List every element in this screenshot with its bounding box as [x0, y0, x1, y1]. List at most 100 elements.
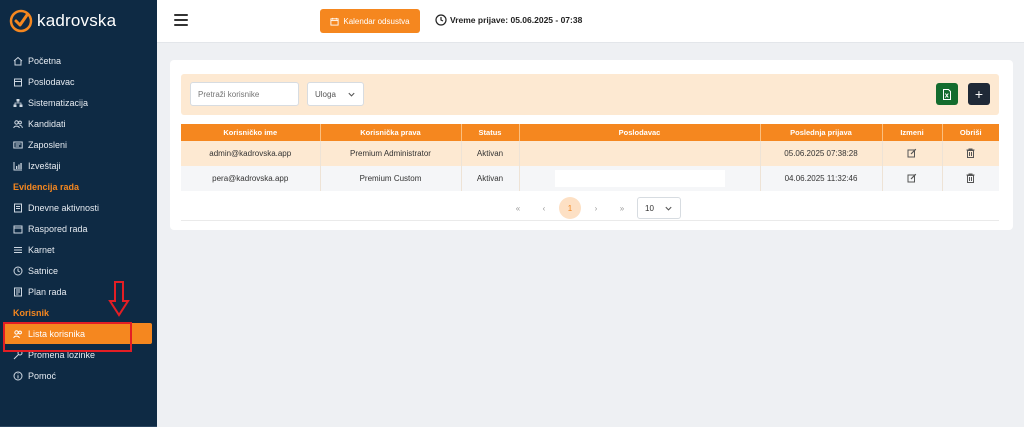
first-page-button[interactable]: «	[505, 197, 531, 219]
home-icon	[13, 56, 23, 66]
sidebar-item-label: Satnice	[28, 265, 59, 276]
table-row[interactable]: pera@kadrovska.app Premium Custom Aktiva…	[181, 166, 999, 191]
cell-edit	[882, 166, 943, 191]
calendar-icon	[330, 17, 339, 26]
topbar: Kalendar odsustva Vreme prijave: 05.06.2…	[157, 0, 1024, 43]
sidebar-item-label: Izveštaji	[28, 160, 61, 171]
sidebar-item-label: Pomoć	[28, 370, 57, 381]
sidebar-item-satnice[interactable]: Satnice	[0, 260, 157, 281]
sidebar-item-label: Kandidati	[28, 118, 66, 129]
cell-status: Aktivan	[461, 141, 520, 166]
last-page-button[interactable]: »	[609, 197, 635, 219]
sidebar-item-label: Plan rada	[28, 286, 67, 297]
app-logo[interactable]: kadrovska	[0, 0, 157, 42]
sidebar-item-zaposleni[interactable]: Zaposleni	[0, 134, 157, 155]
col-header-username[interactable]: Korisničko ime	[181, 124, 321, 141]
building-icon	[13, 77, 23, 87]
login-time-text: Vreme prijave: 05.06.2025 - 07:38	[450, 15, 583, 25]
sidebar-item-label: Dnevne aktivnosti	[28, 202, 100, 213]
section-evidencija-rada: Evidencija rada	[13, 181, 80, 192]
chevron-down-icon	[665, 206, 672, 211]
id-card-icon	[13, 140, 23, 150]
clock-icon	[13, 266, 23, 276]
clock-icon	[435, 14, 447, 26]
sidebar-item-plan-rada[interactable]: Plan rada	[0, 281, 157, 302]
edit-icon[interactable]	[907, 173, 917, 183]
col-header-last-login[interactable]: Poslednja prijava	[760, 124, 883, 141]
cell-last-login: 04.06.2025 11:32:46	[760, 166, 883, 191]
calendar-absence-button[interactable]: Kalendar odsustva	[320, 9, 420, 33]
chevron-down-icon	[348, 92, 355, 97]
login-time: Vreme prijave: 05.06.2025 - 07:38	[435, 14, 582, 26]
col-header-edit: Izmeni	[882, 124, 943, 141]
users-icon	[13, 119, 23, 129]
role-select[interactable]: Uloga	[307, 82, 364, 106]
cell-rights: Premium Custom	[320, 166, 462, 191]
prev-page-button[interactable]: ‹	[531, 197, 557, 219]
sidebar-item-dnevne-aktivnosti[interactable]: Dnevne aktivnosti	[0, 197, 157, 218]
excel-file-icon	[943, 88, 951, 100]
chart-icon	[13, 161, 23, 171]
search-input[interactable]	[190, 82, 299, 106]
cell-employer	[519, 141, 761, 166]
cell-rights: Premium Administrator	[320, 141, 462, 166]
employer-value	[554, 170, 725, 187]
info-icon	[13, 371, 23, 381]
annotation-arrow-icon	[108, 281, 130, 317]
cell-last-login: 05.06.2025 07:38:28	[760, 141, 883, 166]
next-page-button[interactable]: ›	[583, 197, 609, 219]
app-name: kadrovska	[37, 11, 117, 30]
page-size-select[interactable]: 10	[637, 197, 681, 219]
cell-delete	[942, 166, 999, 191]
calendar-absence-label: Kalendar odsustva	[343, 16, 410, 26]
sidebar-item-raspored-rada[interactable]: Raspored rada	[0, 218, 157, 239]
sidebar-item-pomoc[interactable]: Pomoć	[0, 365, 157, 386]
table-row[interactable]: admin@kadrovska.app Premium Administrato…	[181, 141, 999, 166]
col-header-employer[interactable]: Poslodavac	[519, 124, 761, 141]
cell-delete	[942, 141, 999, 166]
list-icon	[13, 245, 23, 255]
users-table: Korisničko ime Korisnička prava Status P…	[181, 124, 999, 191]
cell-status: Aktivan	[461, 166, 520, 191]
sidebar-item-label: Sistematizacija	[28, 97, 89, 108]
col-header-status[interactable]: Status	[461, 124, 520, 141]
cell-username: pera@kadrovska.app	[181, 166, 321, 191]
sidebar-item-karnet[interactable]: Karnet	[0, 239, 157, 260]
edit-icon[interactable]	[907, 148, 917, 158]
sidebar-item-pocetna[interactable]: Početna	[0, 50, 157, 71]
col-header-rights[interactable]: Korisnička prava	[320, 124, 462, 141]
trash-icon[interactable]	[966, 148, 975, 158]
sidebar-item-poslodavac[interactable]: Poslodavac	[0, 71, 157, 92]
section-korisnik: Korisnik	[13, 307, 50, 318]
hamburger-menu-icon[interactable]	[174, 14, 188, 26]
sidebar-item-label: Karnet	[28, 244, 55, 255]
add-user-button[interactable]: +	[968, 83, 990, 105]
col-header-delete: Obriši	[942, 124, 999, 141]
page-button-current[interactable]: 1	[559, 197, 581, 219]
users-card: Uloga + Korisničko ime Korisnička prava …	[170, 60, 1013, 230]
export-excel-button[interactable]	[936, 83, 958, 105]
role-select-value: Uloga	[315, 89, 336, 99]
annotation-highlight-box	[3, 322, 132, 352]
trash-icon[interactable]	[966, 173, 975, 183]
logo-check-icon	[9, 9, 33, 33]
sidebar-item-label: Poslodavac	[28, 76, 75, 87]
cell-username: admin@kadrovska.app	[181, 141, 321, 166]
calendar-icon	[13, 224, 23, 234]
card-divider	[181, 220, 999, 221]
plan-icon	[13, 287, 23, 297]
sidebar-item-label: Početna	[28, 55, 62, 66]
document-icon	[13, 203, 23, 213]
cell-employer	[519, 166, 761, 191]
sidebar: kadrovska Početna Poslodavac Sistematiza…	[0, 0, 157, 427]
cell-edit	[882, 141, 943, 166]
sidebar-item-sistematizacija[interactable]: Sistematizacija	[0, 92, 157, 113]
sidebar-item-izvestaji[interactable]: Izveštaji	[0, 155, 157, 176]
sidebar-item-label: Zaposleni	[28, 139, 68, 150]
table-header-row: Korisničko ime Korisnička prava Status P…	[181, 124, 999, 141]
page-size-value: 10	[645, 203, 654, 213]
hierarchy-icon	[13, 98, 23, 108]
filter-toolbar: Uloga +	[181, 74, 999, 115]
sidebar-item-label: Raspored rada	[28, 223, 88, 234]
sidebar-item-kandidati[interactable]: Kandidati	[0, 113, 157, 134]
